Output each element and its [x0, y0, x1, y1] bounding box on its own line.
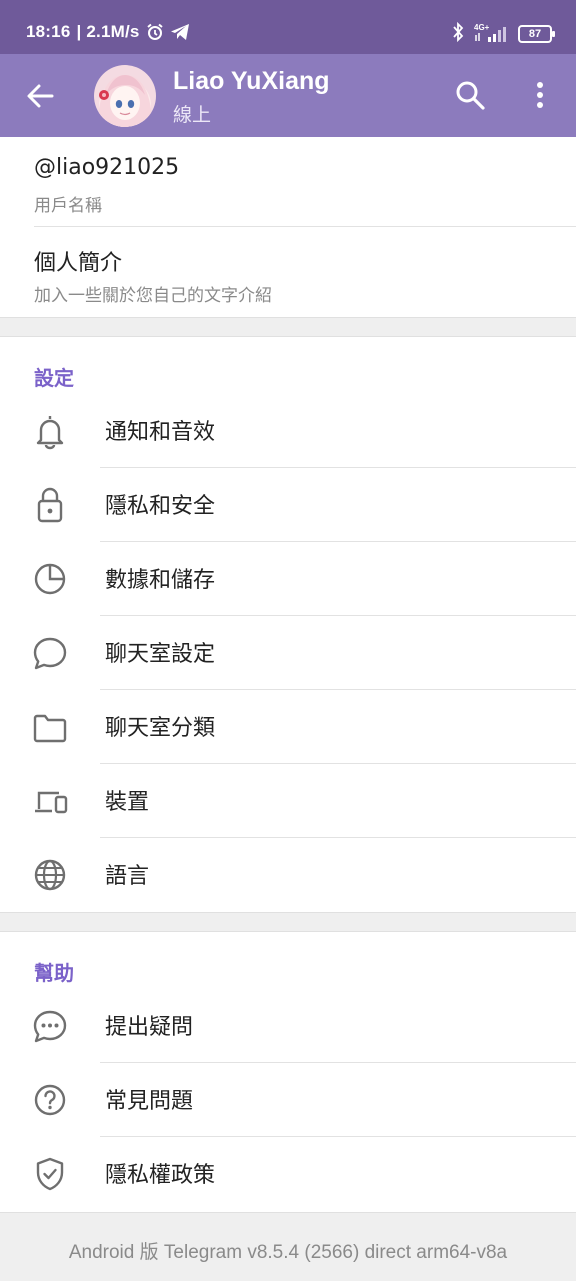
username-row[interactable]: @liao921025 用戶名稱 [0, 137, 576, 227]
search-button[interactable] [454, 79, 486, 111]
username-caption: 用戶名稱 [34, 196, 102, 216]
menu-label: 提出疑問 [105, 1015, 194, 1040]
bell-icon [36, 416, 64, 450]
menu-item-privacy-policy[interactable]: 隱私權政策 [0, 1137, 576, 1211]
shield-check-icon [36, 1157, 64, 1191]
globe-icon [34, 859, 66, 891]
username-value: @liao921025 [34, 155, 180, 180]
lock-icon [37, 487, 63, 523]
status-left: 18:16 | 2.1M/s [26, 22, 190, 42]
back-button[interactable] [24, 81, 56, 111]
bio-row[interactable]: 個人簡介 加入一些關於您自己的文字介紹 [0, 227, 576, 317]
version-footer: Android 版 Telegram v8.5.4 (2566) direct … [0, 1212, 576, 1281]
more-options-button[interactable] [528, 79, 552, 111]
avatar[interactable] [94, 65, 156, 127]
menu-label: 語言 [105, 864, 150, 889]
chat-title: Liao YuXiang [173, 67, 330, 95]
bio-hint: 加入一些關於您自己的文字介紹 [34, 286, 272, 306]
signal-icon: 4G+ [474, 23, 508, 43]
chat-dots-icon [33, 1010, 67, 1043]
question-icon [34, 1084, 66, 1116]
status-bar: 18:16 | 2.1M/s 4G+ 87 [0, 0, 576, 54]
telegram-notification-icon [170, 23, 190, 41]
back-arrow-icon [27, 84, 54, 108]
menu-item-notifications[interactable]: 通知和音效 [0, 394, 576, 468]
section-gap [0, 912, 576, 932]
settings-header: 設定 [34, 366, 74, 390]
menu-item-ask-question[interactable]: 提出疑問 [0, 989, 576, 1063]
menu-item-chat-settings[interactable]: 聊天室設定 [0, 616, 576, 690]
devices-icon [35, 791, 68, 814]
bluetooth-icon [452, 21, 464, 46]
menu-label: 聊天室設定 [105, 642, 216, 667]
menu-item-chat-folders[interactable]: 聊天室分類 [0, 690, 576, 764]
menu-label: 隱私和安全 [105, 494, 216, 519]
section-gap [0, 317, 576, 337]
app-bar: Liao YuXiang 線上 [0, 54, 576, 137]
chat-bubble-icon [33, 637, 67, 670]
menu-label: 隱私權政策 [105, 1163, 216, 1188]
folder-icon [33, 714, 67, 743]
menu-item-faq[interactable]: 常見問題 [0, 1063, 576, 1137]
version-text: Android 版 Telegram v8.5.4 (2566) direct … [68, 1242, 508, 1263]
status-speed: | 2.1M/s [76, 22, 140, 41]
status-right: 4G+ 87 [452, 21, 555, 46]
avatar-image [94, 65, 156, 127]
menu-item-data-storage[interactable]: 數據和儲存 [0, 542, 576, 616]
menu-label: 常見問題 [105, 1089, 194, 1114]
profile-info: @liao921025 用戶名稱 個人簡介 加入一些關於您自己的文字介紹 [0, 137, 576, 317]
menu-label: 裝置 [105, 790, 150, 815]
bio-title: 個人簡介 [34, 251, 123, 276]
menu-item-language[interactable]: 語言 [0, 838, 576, 912]
menu-label: 通知和音效 [105, 420, 216, 445]
status-time: 18:16 [26, 22, 71, 41]
more-vertical-icon [537, 82, 543, 108]
menu-label: 數據和儲存 [105, 568, 216, 593]
pie-chart-icon [34, 563, 66, 595]
alarm-icon [146, 23, 164, 41]
menu-item-privacy-security[interactable]: 隱私和安全 [0, 468, 576, 542]
battery-indicator: 87 [518, 25, 555, 43]
online-status: 線上 [173, 104, 212, 126]
menu-item-devices[interactable]: 裝置 [0, 764, 576, 838]
menu-label: 聊天室分類 [105, 716, 216, 741]
help-header: 幫助 [34, 961, 74, 985]
search-icon [456, 81, 485, 110]
